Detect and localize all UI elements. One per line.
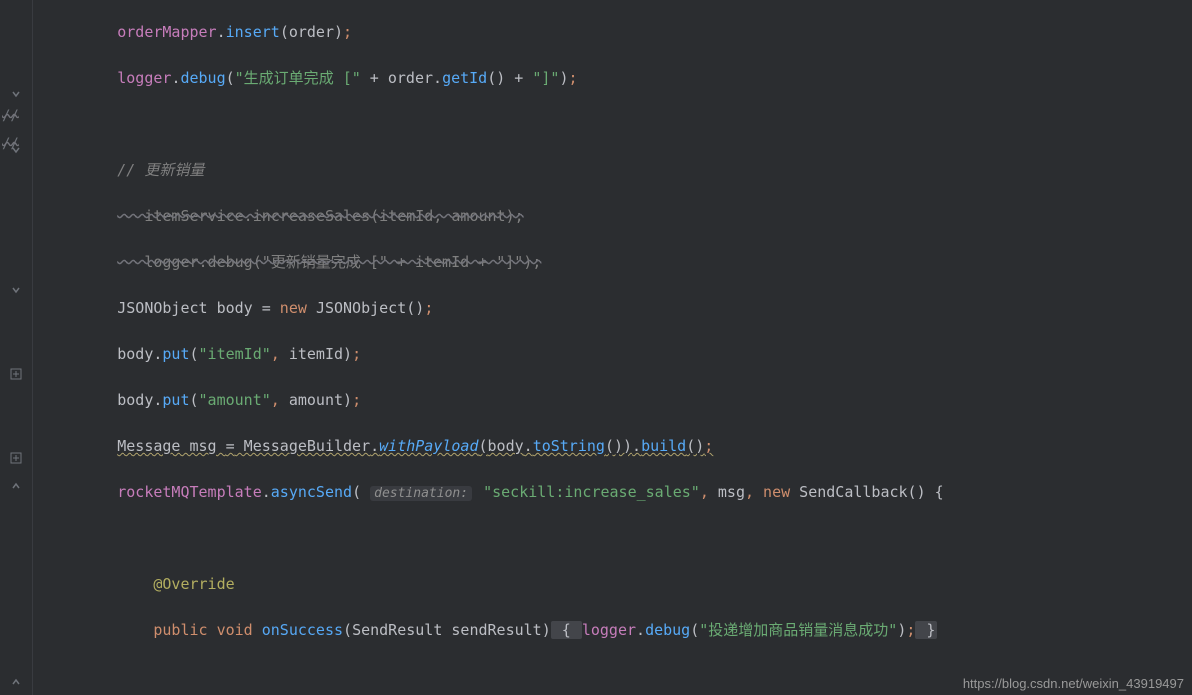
gutter-annotation: // [2,136,19,152]
fold-collapse-icon[interactable] [0,472,32,500]
code-token: orderMapper [117,23,216,41]
code-area[interactable]: orderMapper.insert(order); logger.debug(… [33,0,1192,695]
disabled-code: logger.debug("更新销量完成 [" + itemId + "]"); [117,253,541,271]
fold-marker-icon[interactable] [0,276,32,304]
annotation: @Override [153,575,234,593]
gutter: // // [0,0,33,695]
comment: // 更新销量 [117,161,204,179]
param-hint: destination: [370,486,472,501]
watermark: https://blog.csdn.net/weixin_43919497 [963,676,1184,691]
fold-expand-icon[interactable] [0,444,32,472]
disabled-code: itemService.increaseSales(itemId, amount… [117,207,523,225]
code-editor[interactable]: // // orderMapper.insert(order); logger.… [0,0,1192,695]
fold-expand-icon[interactable] [0,360,32,388]
fold-collapse-icon[interactable] [0,668,32,695]
fold-marker-icon[interactable] [0,80,32,108]
gutter-annotation: // [2,108,19,124]
